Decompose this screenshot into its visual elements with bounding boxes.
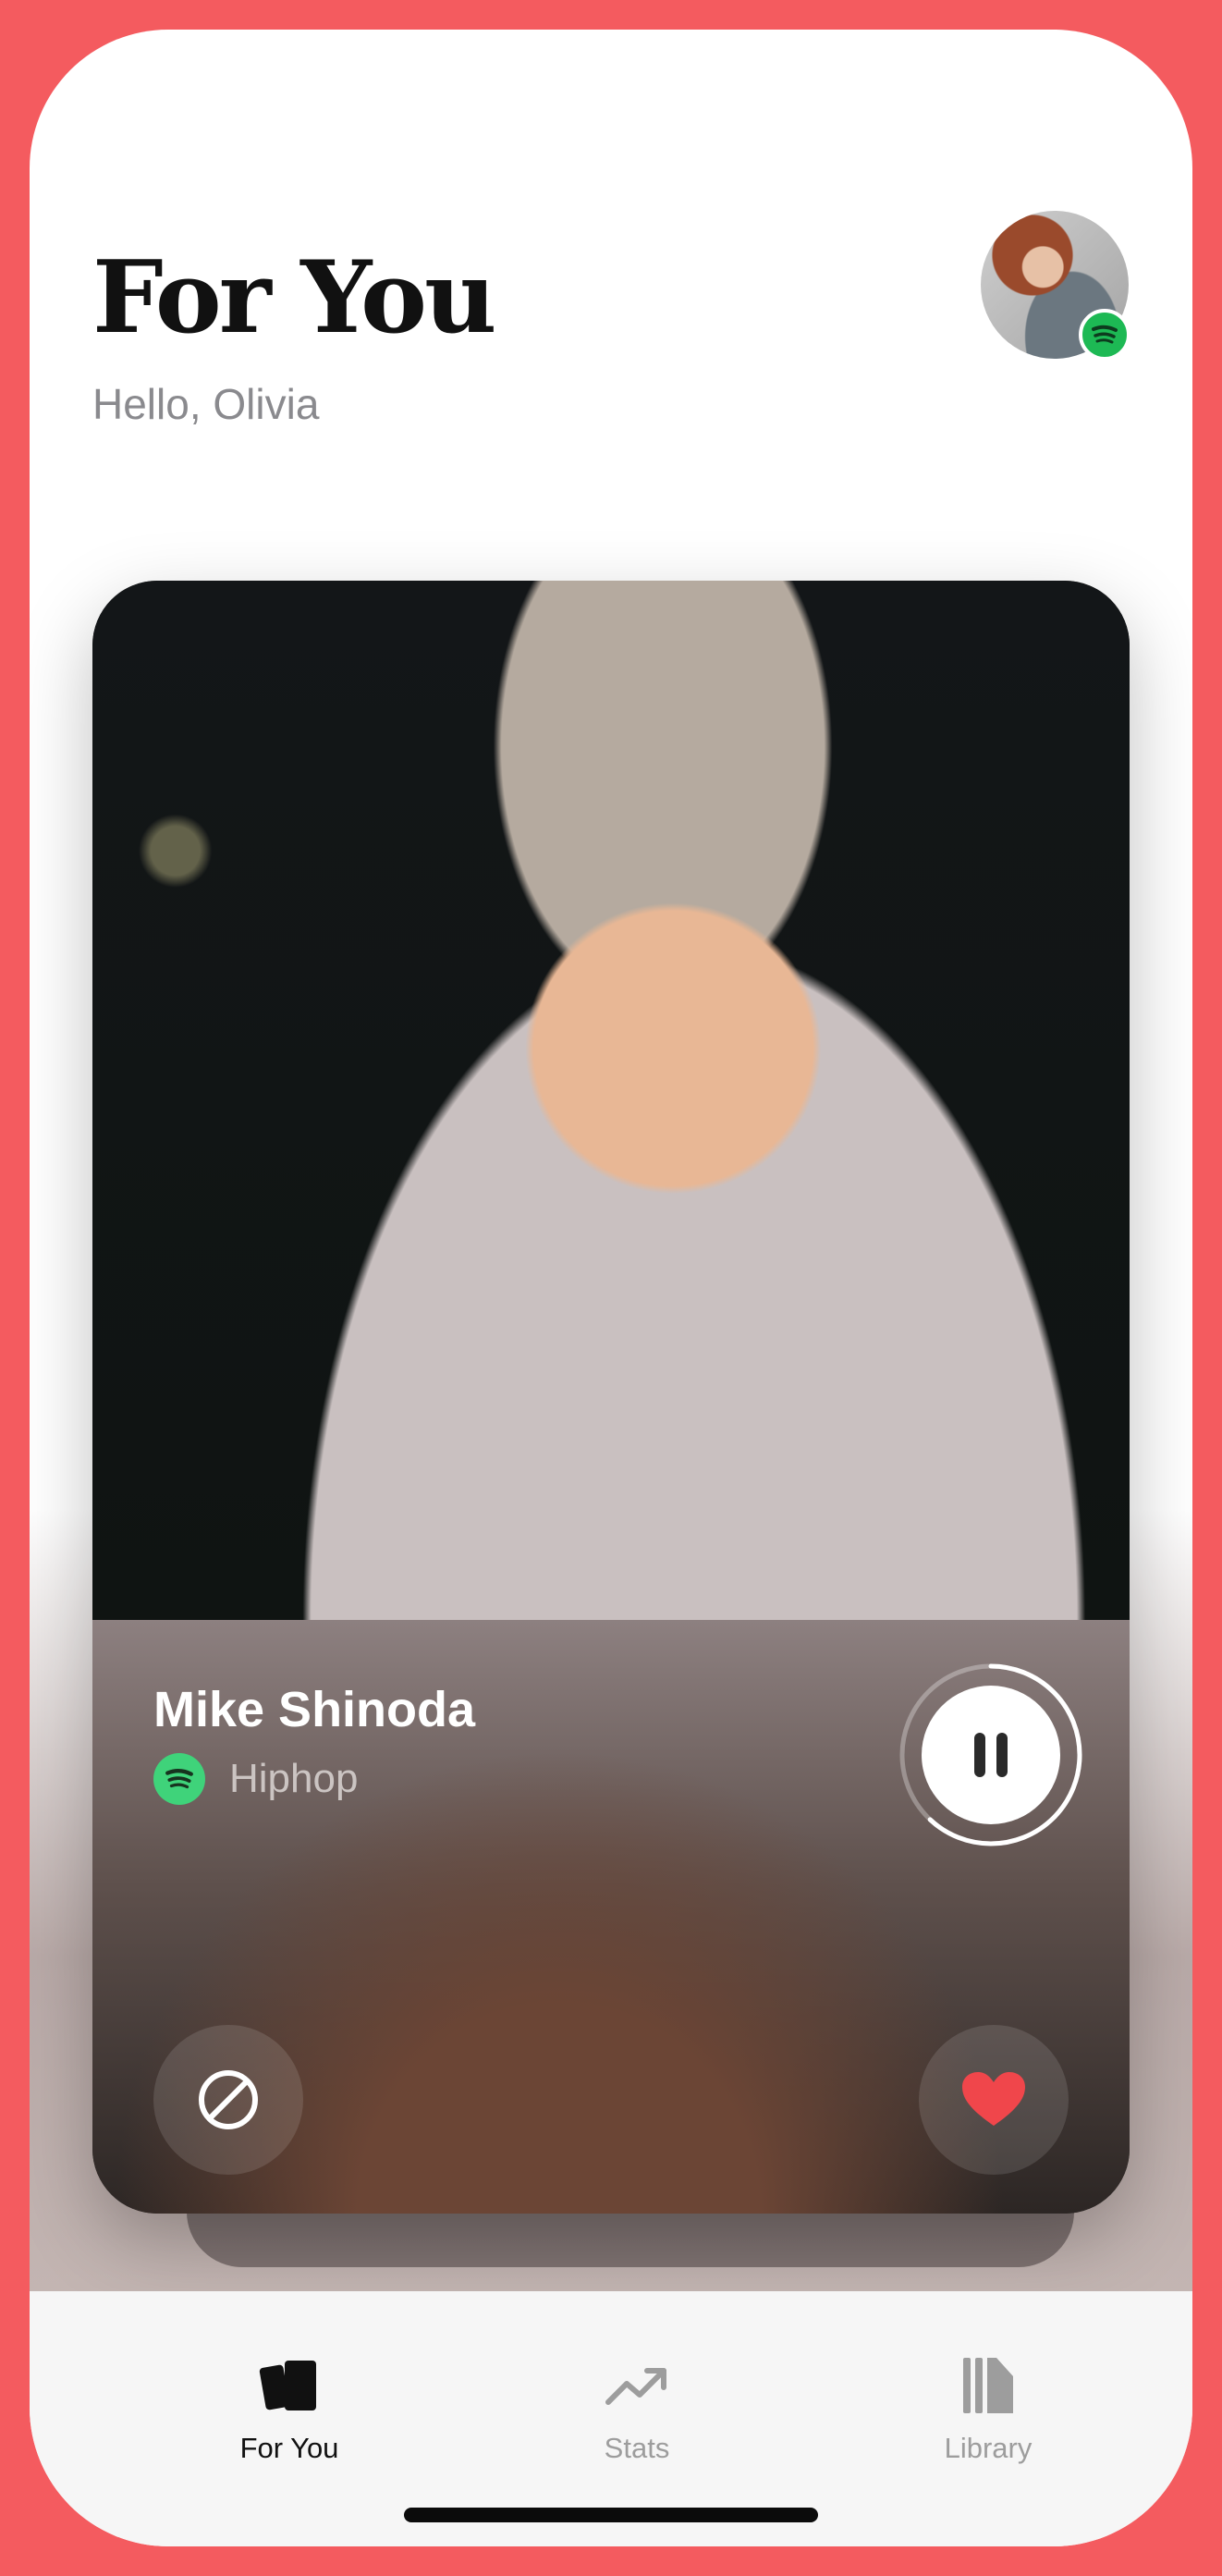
tab-label: Library xyxy=(944,2432,1033,2464)
home-indicator[interactable] xyxy=(404,2508,818,2522)
tab-label: For You xyxy=(239,2432,339,2464)
app-screen: For You Hello, Olivia Mike Shinoda Hipho… xyxy=(30,30,1192,2546)
page-title: For You xyxy=(92,239,497,356)
pause-button[interactable] xyxy=(922,1686,1060,1824)
artist-name: Mike Shinoda xyxy=(153,1682,476,1737)
trending-up-icon xyxy=(526,2352,748,2419)
spotify-icon xyxy=(1079,309,1130,361)
tab-label: Stats xyxy=(604,2432,670,2464)
genre-label: Hiphop xyxy=(229,1756,359,1801)
card-info-panel: Mike Shinoda Hiphop xyxy=(92,1620,1130,2214)
tab-stats[interactable]: Stats xyxy=(526,2352,748,2465)
artist-photo xyxy=(92,581,1130,1620)
pause-icon xyxy=(974,1733,1008,1777)
heart-icon xyxy=(962,2072,1025,2126)
tab-library[interactable]: Library xyxy=(877,2352,1099,2465)
dislike-button[interactable] xyxy=(153,2025,303,2175)
like-button[interactable] xyxy=(919,2025,1069,2175)
tab-for-you[interactable]: For You xyxy=(178,2352,400,2465)
spotify-icon xyxy=(153,1753,205,1805)
artist-card[interactable]: Mike Shinoda Hiphop xyxy=(92,581,1130,2214)
greeting-text: Hello, Olivia xyxy=(92,380,320,428)
library-icon xyxy=(877,2352,1099,2419)
block-icon xyxy=(199,2070,258,2129)
cards-icon xyxy=(178,2352,400,2419)
genre-row: Hiphop xyxy=(153,1753,358,1805)
